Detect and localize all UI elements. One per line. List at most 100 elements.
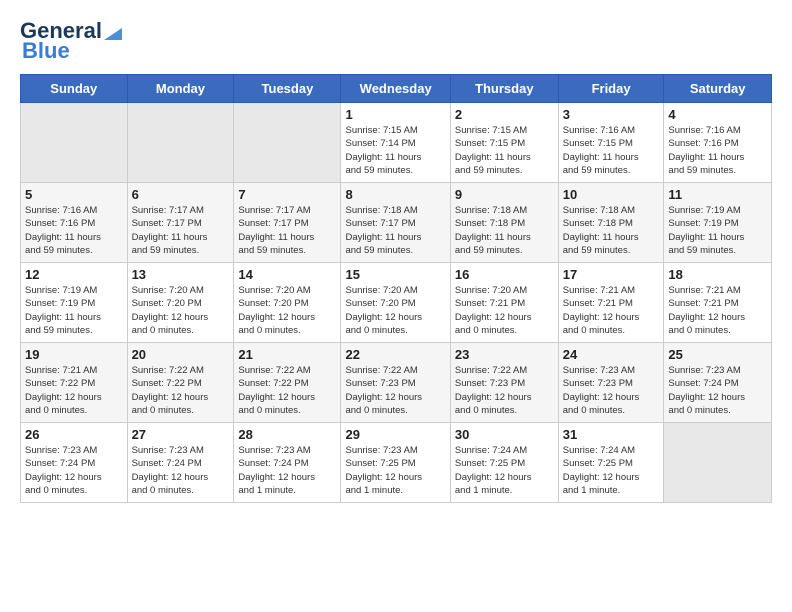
day-info: Sunrise: 7:17 AM Sunset: 7:17 PM Dayligh… [238, 204, 336, 257]
calendar-cell: 20Sunrise: 7:22 AM Sunset: 7:22 PM Dayli… [127, 343, 234, 423]
calendar-cell: 1 Sunrise: 7:15 AM Sunset: 7:14 PM Daylig… [341, 103, 450, 183]
calendar-week-row: 1 Sunrise: 7:15 AM Sunset: 7:14 PM Daylig… [21, 103, 772, 183]
page-header: General Blue [20, 20, 772, 64]
calendar-cell: 9 Sunrise: 7:18 AM Sunset: 7:18 PM Daylig… [450, 183, 558, 263]
calendar-cell: 23Sunrise: 7:22 AM Sunset: 7:23 PM Dayli… [450, 343, 558, 423]
day-info: Sunrise: 7:23 AM Sunset: 7:25 PM Dayligh… [345, 444, 445, 497]
calendar-cell: 5 Sunrise: 7:16 AM Sunset: 7:16 PM Daylig… [21, 183, 128, 263]
calendar-cell: 13Sunrise: 7:20 AM Sunset: 7:20 PM Dayli… [127, 263, 234, 343]
calendar-cell: 29 Sunrise: 7:23 AM Sunset: 7:25 PM Dayli… [341, 423, 450, 503]
day-number: 27 [132, 427, 230, 442]
day-info: Sunrise: 7:23 AM Sunset: 7:24 PM Dayligh… [238, 444, 336, 497]
day-info: Sunrise: 7:22 AM Sunset: 7:22 PM Dayligh… [238, 364, 336, 417]
day-number: 11 [668, 187, 767, 202]
day-number: 5 [25, 187, 123, 202]
day-number: 1 [345, 107, 445, 122]
day-number: 18 [668, 267, 767, 282]
calendar-cell: 4 Sunrise: 7:16 AM Sunset: 7:16 PM Daylig… [664, 103, 772, 183]
day-number: 21 [238, 347, 336, 362]
calendar-cell: 16 Sunrise: 7:20 AM Sunset: 7:21 PM Dayli… [450, 263, 558, 343]
day-info: Sunrise: 7:17 AM Sunset: 7:17 PM Dayligh… [132, 204, 230, 257]
calendar-cell: 27 Sunrise: 7:23 AM Sunset: 7:24 PM Dayli… [127, 423, 234, 503]
day-info: Sunrise: 7:19 AM Sunset: 7:19 PM Dayligh… [25, 284, 123, 337]
column-header-tuesday: Tuesday [234, 75, 341, 103]
calendar-cell: 7Sunrise: 7:17 AM Sunset: 7:17 PM Daylig… [234, 183, 341, 263]
calendar-cell: 3 Sunrise: 7:16 AM Sunset: 7:15 PM Daylig… [558, 103, 664, 183]
calendar-cell [127, 103, 234, 183]
day-info: Sunrise: 7:18 AM Sunset: 7:18 PM Dayligh… [563, 204, 660, 257]
calendar-cell: 25 Sunrise: 7:23 AM Sunset: 7:24 PM Dayli… [664, 343, 772, 423]
calendar-cell: 2 Sunrise: 7:15 AM Sunset: 7:15 PM Daylig… [450, 103, 558, 183]
day-number: 17 [563, 267, 660, 282]
column-header-wednesday: Wednesday [341, 75, 450, 103]
calendar-cell: 28Sunrise: 7:23 AM Sunset: 7:24 PM Dayli… [234, 423, 341, 503]
calendar-cell: 21 Sunrise: 7:22 AM Sunset: 7:22 PM Dayli… [234, 343, 341, 423]
day-info: Sunrise: 7:23 AM Sunset: 7:24 PM Dayligh… [668, 364, 767, 417]
day-number: 16 [455, 267, 554, 282]
day-info: Sunrise: 7:16 AM Sunset: 7:16 PM Dayligh… [25, 204, 123, 257]
calendar-header-row: SundayMondayTuesdayWednesdayThursdayFrid… [21, 75, 772, 103]
day-number: 9 [455, 187, 554, 202]
day-info: Sunrise: 7:21 AM Sunset: 7:21 PM Dayligh… [563, 284, 660, 337]
day-info: Sunrise: 7:20 AM Sunset: 7:20 PM Dayligh… [132, 284, 230, 337]
day-number: 14 [238, 267, 336, 282]
calendar-cell [234, 103, 341, 183]
day-number: 12 [25, 267, 123, 282]
day-info: Sunrise: 7:16 AM Sunset: 7:16 PM Dayligh… [668, 124, 767, 177]
day-info: Sunrise: 7:23 AM Sunset: 7:24 PM Dayligh… [132, 444, 230, 497]
day-info: Sunrise: 7:20 AM Sunset: 7:21 PM Dayligh… [455, 284, 554, 337]
logo: General Blue [20, 20, 124, 64]
calendar-cell: 22Sunrise: 7:22 AM Sunset: 7:23 PM Dayli… [341, 343, 450, 423]
calendar-cell: 8Sunrise: 7:18 AM Sunset: 7:17 PM Daylig… [341, 183, 450, 263]
day-info: Sunrise: 7:15 AM Sunset: 7:15 PM Dayligh… [455, 124, 554, 177]
day-number: 24 [563, 347, 660, 362]
calendar-cell: 6 Sunrise: 7:17 AM Sunset: 7:17 PM Daylig… [127, 183, 234, 263]
day-info: Sunrise: 7:15 AM Sunset: 7:14 PM Dayligh… [345, 124, 445, 177]
calendar-week-row: 5 Sunrise: 7:16 AM Sunset: 7:16 PM Daylig… [21, 183, 772, 263]
day-info: Sunrise: 7:20 AM Sunset: 7:20 PM Dayligh… [238, 284, 336, 337]
calendar-cell: 10 Sunrise: 7:18 AM Sunset: 7:18 PM Dayli… [558, 183, 664, 263]
day-number: 26 [25, 427, 123, 442]
day-number: 10 [563, 187, 660, 202]
calendar-cell: 15 Sunrise: 7:20 AM Sunset: 7:20 PM Dayli… [341, 263, 450, 343]
calendar-cell: 18Sunrise: 7:21 AM Sunset: 7:21 PM Dayli… [664, 263, 772, 343]
column-header-saturday: Saturday [664, 75, 772, 103]
calendar-cell: 19 Sunrise: 7:21 AM Sunset: 7:22 PM Dayli… [21, 343, 128, 423]
calendar-cell: 30Sunrise: 7:24 AM Sunset: 7:25 PM Dayli… [450, 423, 558, 503]
day-info: Sunrise: 7:21 AM Sunset: 7:22 PM Dayligh… [25, 364, 123, 417]
calendar-week-row: 19 Sunrise: 7:21 AM Sunset: 7:22 PM Dayli… [21, 343, 772, 423]
column-header-friday: Friday [558, 75, 664, 103]
day-number: 6 [132, 187, 230, 202]
day-info: Sunrise: 7:18 AM Sunset: 7:18 PM Dayligh… [455, 204, 554, 257]
day-info: Sunrise: 7:23 AM Sunset: 7:24 PM Dayligh… [25, 444, 123, 497]
day-number: 25 [668, 347, 767, 362]
calendar-cell: 17 Sunrise: 7:21 AM Sunset: 7:21 PM Dayli… [558, 263, 664, 343]
day-info: Sunrise: 7:19 AM Sunset: 7:19 PM Dayligh… [668, 204, 767, 257]
day-number: 23 [455, 347, 554, 362]
calendar-cell [21, 103, 128, 183]
day-number: 2 [455, 107, 554, 122]
column-header-thursday: Thursday [450, 75, 558, 103]
column-header-sunday: Sunday [21, 75, 128, 103]
day-number: 15 [345, 267, 445, 282]
day-number: 4 [668, 107, 767, 122]
calendar-cell: 24 Sunrise: 7:23 AM Sunset: 7:23 PM Dayli… [558, 343, 664, 423]
logo-blue: Blue [22, 38, 70, 64]
day-number: 19 [25, 347, 123, 362]
calendar-week-row: 12 Sunrise: 7:19 AM Sunset: 7:19 PM Dayli… [21, 263, 772, 343]
day-info: Sunrise: 7:23 AM Sunset: 7:23 PM Dayligh… [563, 364, 660, 417]
day-number: 3 [563, 107, 660, 122]
day-number: 29 [345, 427, 445, 442]
calendar-cell: 31Sunrise: 7:24 AM Sunset: 7:25 PM Dayli… [558, 423, 664, 503]
column-header-monday: Monday [127, 75, 234, 103]
day-info: Sunrise: 7:22 AM Sunset: 7:22 PM Dayligh… [132, 364, 230, 417]
calendar-cell: 11 Sunrise: 7:19 AM Sunset: 7:19 PM Dayli… [664, 183, 772, 263]
calendar-cell [664, 423, 772, 503]
day-number: 22 [345, 347, 445, 362]
day-info: Sunrise: 7:20 AM Sunset: 7:20 PM Dayligh… [345, 284, 445, 337]
day-number: 8 [345, 187, 445, 202]
calendar-table: SundayMondayTuesdayWednesdayThursdayFrid… [20, 74, 772, 503]
day-info: Sunrise: 7:16 AM Sunset: 7:15 PM Dayligh… [563, 124, 660, 177]
calendar-week-row: 26 Sunrise: 7:23 AM Sunset: 7:24 PM Dayli… [21, 423, 772, 503]
day-info: Sunrise: 7:24 AM Sunset: 7:25 PM Dayligh… [455, 444, 554, 497]
